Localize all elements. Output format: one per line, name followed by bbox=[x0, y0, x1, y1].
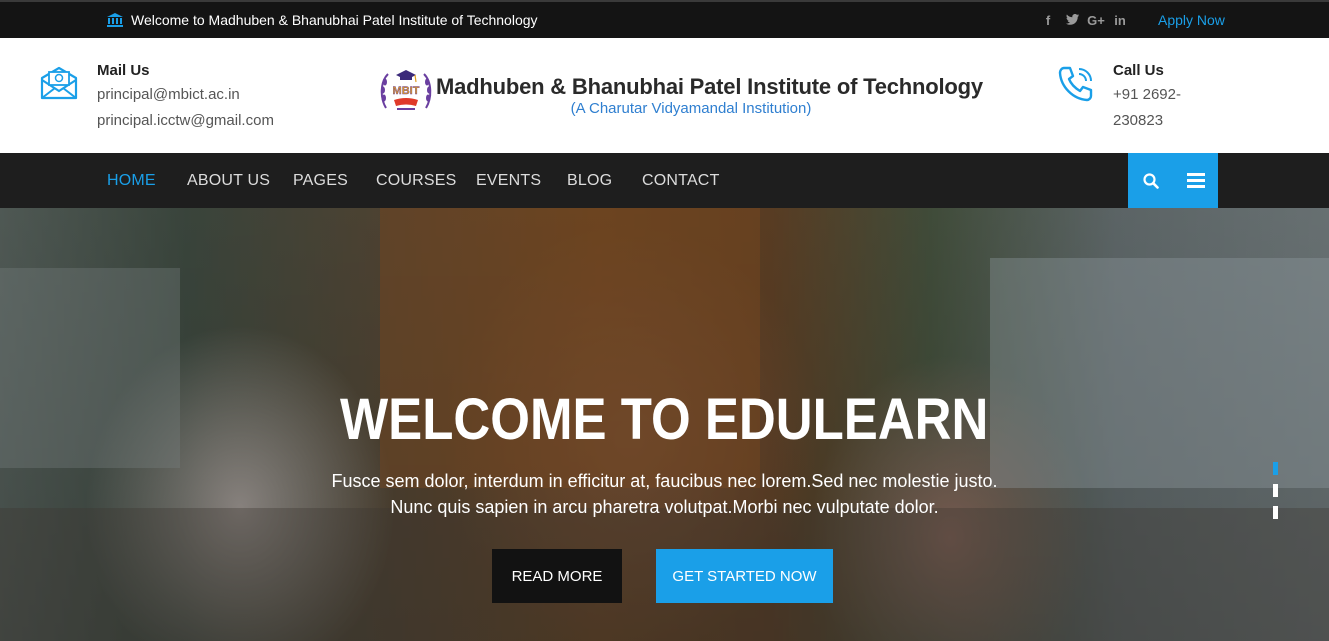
nav-item-pages[interactable]: PAGES bbox=[293, 153, 348, 208]
hero-heading: WELCOME TO EDULEARN bbox=[340, 387, 989, 452]
site-header: Mail Us principal@mbict.ac.in principal.… bbox=[0, 38, 1329, 153]
mail-contact: Mail Us principal@mbict.ac.in principal.… bbox=[97, 60, 274, 134]
phone-number-line-1[interactable]: +91 2692- bbox=[1113, 82, 1203, 108]
facebook-icon[interactable]: f bbox=[1036, 13, 1060, 28]
email-link-principal[interactable]: principal@mbict.ac.in bbox=[97, 82, 274, 108]
institute-subtitle: (A Charutar Vidyamandal Institution) bbox=[570, 100, 812, 117]
slider-dot-1[interactable] bbox=[1273, 462, 1278, 475]
twitter-icon[interactable] bbox=[1060, 13, 1084, 28]
hero-subtext-line-1: Fusce sem dolor, interdum in efficitur a… bbox=[331, 471, 998, 491]
search-button[interactable] bbox=[1128, 153, 1173, 208]
call-contact: Call Us +91 2692- 230823 bbox=[1113, 60, 1203, 134]
institute-name[interactable]: Madhuben & Bhanubhai Patel Institute of … bbox=[436, 74, 983, 100]
phone-number-line-2[interactable]: 230823 bbox=[1113, 108, 1203, 134]
nav-item-home[interactable]: HOME bbox=[107, 153, 156, 208]
main-nav: HOME ABOUT US PAGES COURSES EVENTS BLOG … bbox=[0, 153, 1329, 208]
nav-item-contact[interactable]: CONTACT bbox=[642, 153, 720, 208]
get-started-button[interactable]: GET STARTED NOW bbox=[656, 549, 833, 603]
hero-background-wall-right bbox=[990, 258, 1329, 488]
call-title: Call Us bbox=[1113, 62, 1164, 79]
social-links: f G+ in bbox=[1036, 2, 1132, 38]
nav-item-courses[interactable]: COURSES bbox=[376, 153, 457, 208]
google-plus-icon[interactable]: G+ bbox=[1084, 13, 1108, 28]
email-link-icctw[interactable]: principal.icctw@gmail.com bbox=[97, 108, 274, 134]
hero-subtext: Fusce sem dolor, interdum in efficitur a… bbox=[0, 468, 1329, 520]
nav-item-blog[interactable]: BLOG bbox=[567, 153, 612, 208]
apply-now-link[interactable]: Apply Now bbox=[1158, 2, 1225, 38]
logo-text: MBIT bbox=[393, 85, 420, 97]
welcome-message: Welcome to Madhuben & Bhanubhai Patel In… bbox=[107, 2, 538, 38]
hero-slider: WELCOME TO EDULEARN Fusce sem dolor, int… bbox=[0, 208, 1329, 641]
nav-tools bbox=[1128, 153, 1218, 208]
institution-icon bbox=[107, 13, 123, 27]
mail-icon bbox=[40, 66, 78, 100]
welcome-text: Welcome to Madhuben & Bhanubhai Patel In… bbox=[131, 12, 538, 28]
hero-subtext-line-2: Nunc quis sapien in arcu pharetra volutp… bbox=[390, 497, 939, 517]
read-more-button[interactable]: READ MORE bbox=[492, 549, 622, 603]
nav-item-about-us[interactable]: ABOUT US bbox=[187, 153, 270, 208]
phone-icon bbox=[1058, 66, 1093, 102]
mail-title: Mail Us bbox=[97, 62, 150, 79]
slider-dot-2[interactable] bbox=[1273, 484, 1278, 497]
nav-item-events[interactable]: EVENTS bbox=[476, 153, 541, 208]
linkedin-icon[interactable]: in bbox=[1108, 13, 1132, 28]
institute-logo[interactable]: MBIT bbox=[380, 68, 432, 114]
menu-icon bbox=[1186, 173, 1205, 188]
search-icon bbox=[1142, 172, 1159, 189]
menu-button[interactable] bbox=[1173, 153, 1218, 208]
slider-dot-3[interactable] bbox=[1273, 506, 1278, 519]
slider-pagination bbox=[1273, 462, 1278, 528]
top-bar: Welcome to Madhuben & Bhanubhai Patel In… bbox=[0, 0, 1329, 38]
